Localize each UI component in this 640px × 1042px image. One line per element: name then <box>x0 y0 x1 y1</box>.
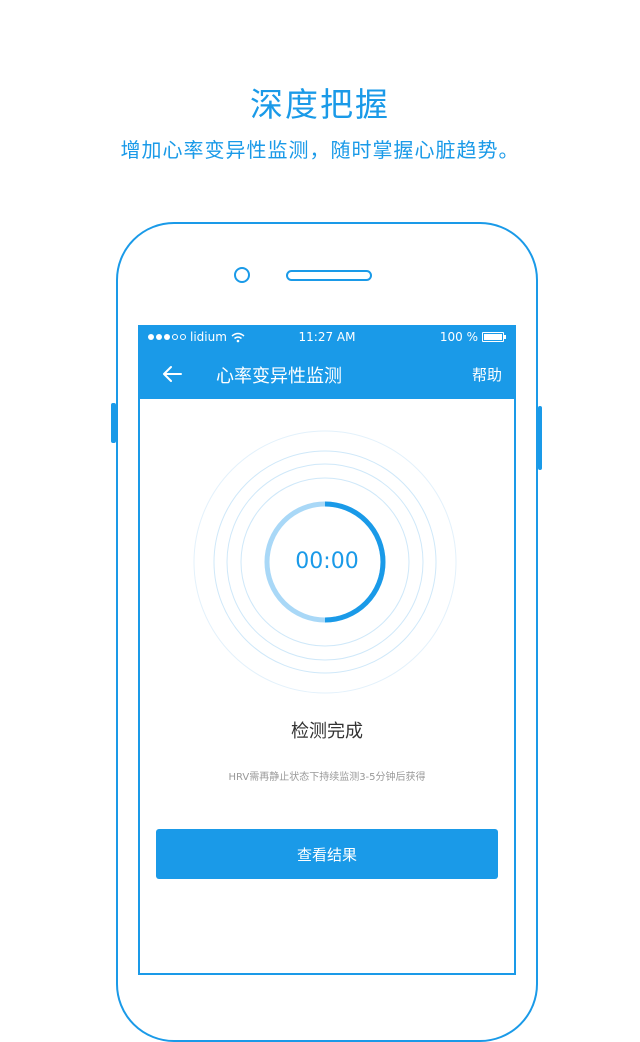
help-link[interactable]: 帮助 <box>472 364 502 385</box>
view-result-button[interactable]: 查看结果 <box>156 829 498 879</box>
phone-screen: lidium 11:27 AM 100 % 心率变异性监测 帮助 00:00 检… <box>138 325 516 975</box>
status-bar: lidium 11:27 AM 100 % <box>140 327 514 349</box>
battery-icon <box>482 332 506 342</box>
phone-side-button-left <box>111 403 116 443</box>
phone-side-button-right <box>538 406 542 470</box>
nav-title: 心率变异性监测 <box>216 366 342 387</box>
phone-camera <box>234 267 250 283</box>
timer-display: 00:00 <box>295 549 359 574</box>
promo-headline: 深度把握 <box>250 85 390 124</box>
status-text: 检测完成 <box>291 721 363 742</box>
promo-subline: 增加心率变异性监测，随时掌握心脏趋势。 <box>120 138 520 162</box>
battery-percent: 100 % <box>439 330 478 344</box>
back-arrow-icon[interactable] <box>160 362 184 386</box>
nav-bar: 心率变异性监测 帮助 <box>140 349 514 399</box>
phone-speaker <box>286 270 372 281</box>
hint-text: HRV需再静止状态下持续监测3-5分钟后获得 <box>228 772 426 783</box>
